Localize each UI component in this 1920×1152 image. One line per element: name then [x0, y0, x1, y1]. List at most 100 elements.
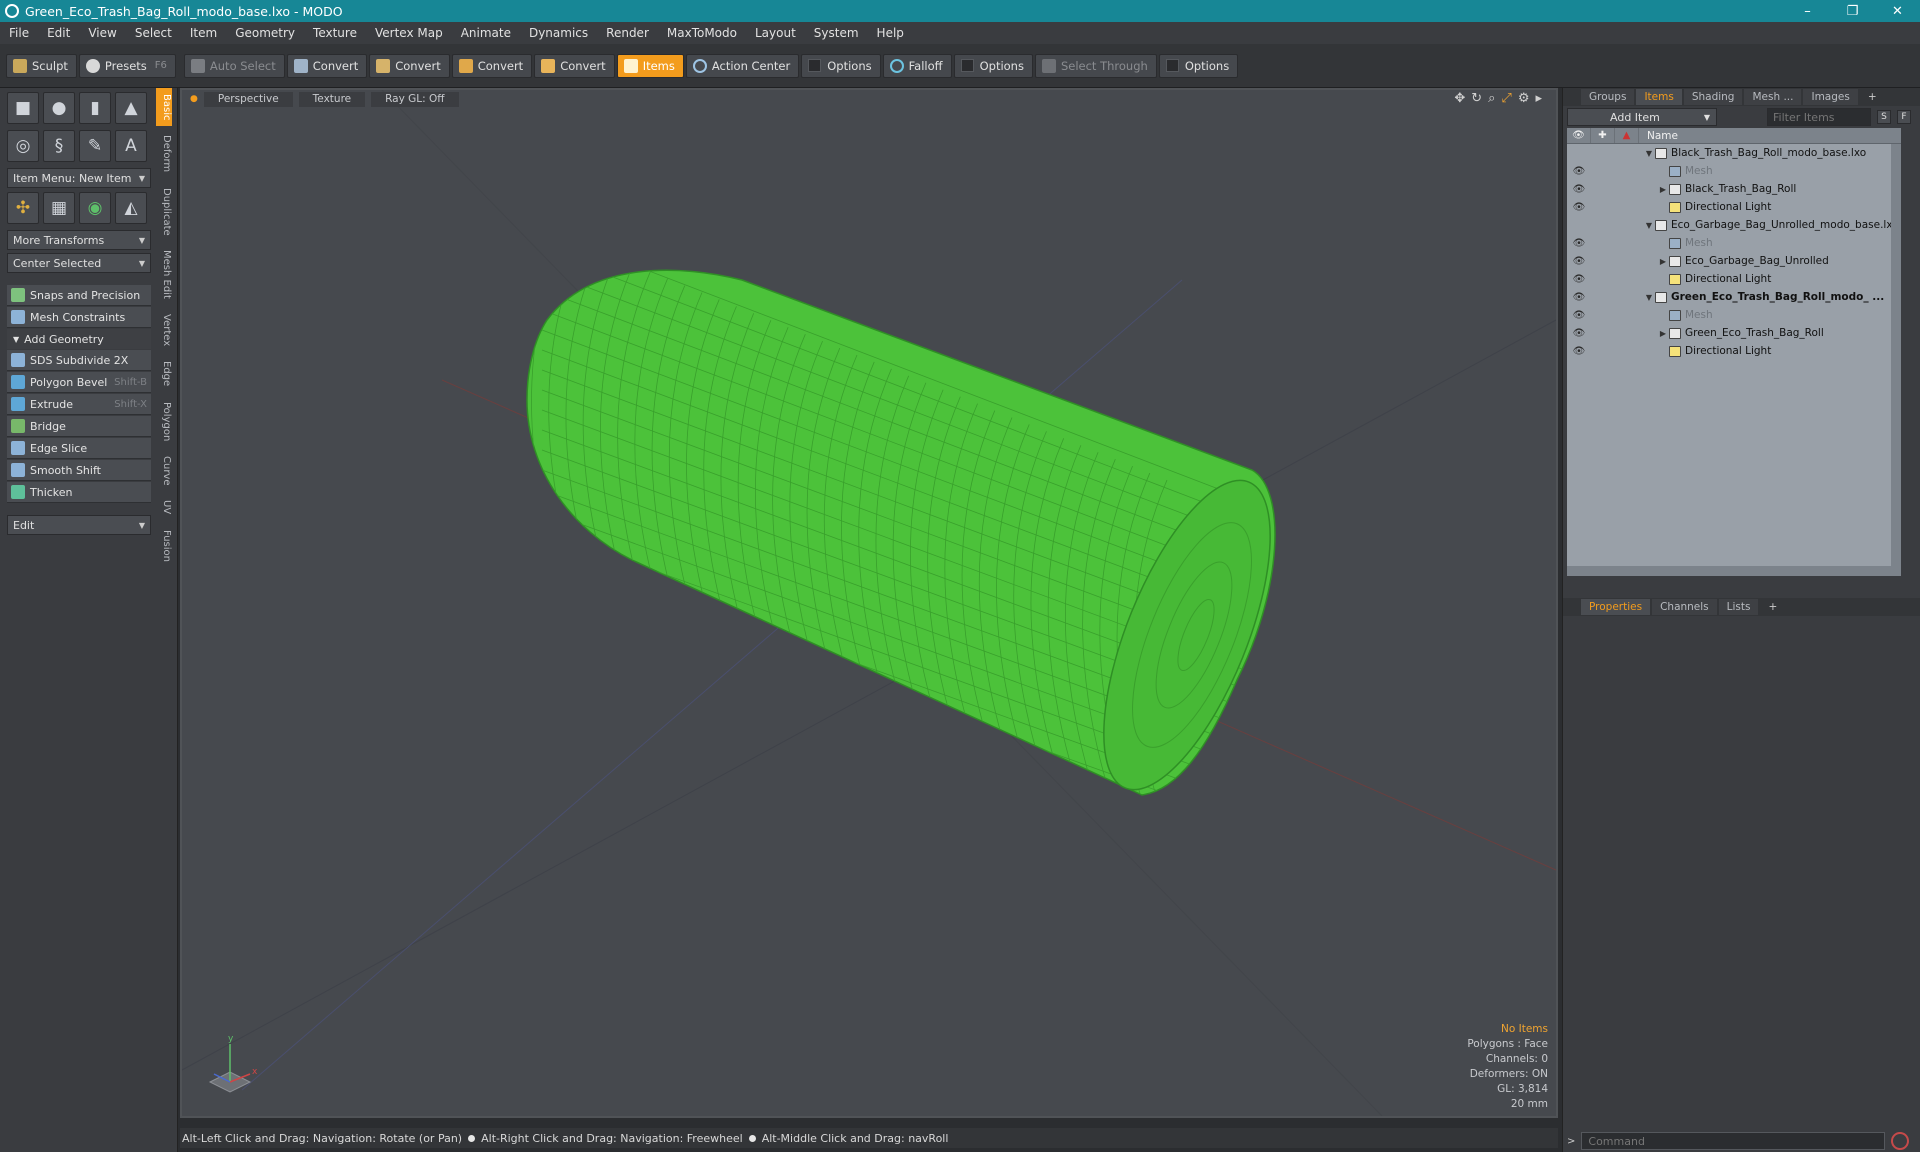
action-center-button[interactable]: Action Center	[685, 53, 800, 78]
viewport-menu-icon[interactable]: ●	[190, 94, 198, 104]
expand-down-icon[interactable]: ▼	[1643, 293, 1655, 302]
side-tab-mesh-edit[interactable]: Mesh Edit	[156, 244, 172, 306]
visibility-eye-icon[interactable]: 👁	[1567, 310, 1591, 321]
visibility-column-icon[interactable]: 👁	[1567, 128, 1591, 143]
add-item-dropdown[interactable]: Add Item ▼	[1567, 108, 1717, 126]
reference-column-icon[interactable]: ▲	[1615, 128, 1639, 143]
side-tab-duplicate[interactable]: Duplicate	[156, 181, 172, 242]
expand-right-icon[interactable]: ▶	[1657, 257, 1669, 266]
menu-dynamics[interactable]: Dynamics	[520, 26, 597, 40]
checkbox[interactable]	[960, 59, 974, 72]
menu-edit[interactable]: Edit	[38, 26, 79, 40]
tab-images[interactable]: Images	[1803, 89, 1858, 105]
maximize-viewport-icon[interactable]: ⤢	[1501, 91, 1511, 106]
item-menu-dropdown[interactable]: Item Menu: New Item ▼	[7, 168, 151, 188]
side-tab-vertex[interactable]: Vertex	[156, 308, 172, 353]
item-row[interactable]: ▼ Black_Trash_Bag_Roll_modo_base.lxo	[1567, 144, 1901, 162]
tab-shading[interactable]: Shading	[1683, 89, 1743, 105]
side-tab-deform[interactable]: Deform	[156, 129, 172, 179]
visibility-eye-icon[interactable]: 👁	[1567, 238, 1591, 249]
gear-icon[interactable]: ⚙	[1518, 91, 1530, 106]
falloff-button[interactable]: Falloff	[882, 53, 952, 78]
expand-down-icon[interactable]: ▼	[1643, 149, 1655, 158]
tab-groups[interactable]: Groups	[1581, 89, 1635, 105]
name-column-header[interactable]: Name	[1639, 130, 1678, 142]
cylinder-icon[interactable]: ▮	[79, 92, 111, 124]
item-row[interactable]: 👁 ▼ Green_Eco_Trash_Bag_Roll_modo_ ...	[1567, 288, 1901, 306]
add-tab-icon[interactable]: +	[1760, 599, 1785, 615]
more-transforms-dropdown[interactable]: More Transforms ▼	[7, 230, 151, 250]
sphere-icon[interactable]: ●	[43, 92, 75, 124]
visibility-eye-icon[interactable]: 👁	[1567, 292, 1591, 303]
select-through-button[interactable]: Select Through	[1034, 53, 1157, 78]
menu-file[interactable]: File	[0, 26, 38, 40]
close-button[interactable]: ✕	[1875, 4, 1920, 19]
side-tab-uv[interactable]: UV	[156, 494, 172, 521]
menu-item[interactable]: Item	[181, 26, 226, 40]
raygl-toggle[interactable]: Ray GL: Off	[371, 91, 459, 107]
shading-mode-tab[interactable]: Texture	[298, 91, 366, 107]
cube-icon[interactable]: ■	[7, 92, 39, 124]
edit-dropdown[interactable]: Edit ▼	[7, 515, 151, 535]
side-tab-fusion[interactable]: Fusion	[156, 523, 172, 568]
presets-button[interactable]: Presets F6	[78, 53, 176, 78]
menu-maxtomodo[interactable]: MaxToModo	[658, 26, 746, 40]
item-row[interactable]: 👁 Directional Light	[1567, 270, 1901, 288]
grid-icon[interactable]: ▦	[43, 192, 75, 224]
add-geometry-section[interactable]: ▼ Add Geometry	[7, 329, 151, 349]
menu-texture[interactable]: Texture	[304, 26, 366, 40]
select-through-options-button[interactable]: Options	[1158, 53, 1239, 78]
capsule-icon[interactable]: §	[43, 130, 75, 162]
filter-s-button[interactable]: S	[1877, 110, 1891, 124]
menu-help[interactable]: Help	[868, 26, 913, 40]
green-trash-bag-roll-mesh[interactable]	[514, 230, 1304, 840]
checkbox[interactable]	[1165, 59, 1179, 72]
menu-select[interactable]: Select	[126, 26, 181, 40]
record-macro-icon[interactable]	[1891, 1132, 1910, 1150]
tool-thicken-button[interactable]: Thicken	[7, 482, 151, 503]
play-icon[interactable]: ▸	[1535, 91, 1542, 106]
item-row[interactable]: ▼ Eco_Garbage_Bag_Unrolled_modo_base.lxo	[1567, 216, 1901, 234]
checkbox[interactable]	[808, 59, 822, 72]
item-row[interactable]: 👁 Mesh	[1567, 234, 1901, 252]
sculpt-button[interactable]: Sculpt	[6, 53, 77, 78]
menu-layout[interactable]: Layout	[746, 26, 805, 40]
command-input[interactable]	[1581, 1132, 1886, 1150]
side-tab-basic[interactable]: Basic	[156, 88, 172, 127]
item-list-hscrollbar[interactable]	[1567, 566, 1901, 576]
cone-icon[interactable]: ▲	[115, 92, 147, 124]
side-tab-edge[interactable]: Edge	[156, 355, 172, 393]
visibility-eye-icon[interactable]: 👁	[1567, 328, 1591, 339]
menu-system[interactable]: System	[805, 26, 868, 40]
item-row[interactable]: 👁 Mesh	[1567, 162, 1901, 180]
item-row[interactable]: 👁 Directional Light	[1567, 342, 1901, 360]
falloff-options-button[interactable]: Options	[953, 53, 1033, 78]
pan-icon[interactable]: ✥	[1454, 91, 1465, 106]
perspective-view-tab[interactable]: Perspective	[203, 91, 293, 107]
zoom-icon[interactable]: ⌕	[1488, 91, 1495, 106]
mesh-constraints-button[interactable]: Mesh Constraints	[7, 307, 151, 328]
lock-column-icon[interactable]: ✚	[1591, 128, 1615, 143]
tab-mesh[interactable]: Mesh ...	[1744, 89, 1802, 105]
tool-polygon-bevel-button[interactable]: Polygon Bevel Shift-B	[7, 372, 151, 393]
visibility-eye-icon[interactable]: 👁	[1567, 274, 1591, 285]
maximize-button[interactable]: ❐	[1830, 4, 1875, 19]
filter-items-input[interactable]	[1767, 108, 1871, 126]
menu-render[interactable]: Render	[597, 26, 658, 40]
convert-materials-button[interactable]: Convert	[534, 53, 615, 78]
visibility-eye-icon[interactable]: 👁	[1567, 256, 1591, 267]
text-tool-icon[interactable]: A	[115, 130, 147, 162]
auto-select-button[interactable]: Auto Select	[183, 53, 285, 78]
pen-tool-icon[interactable]: ✎	[79, 130, 111, 162]
tab-lists[interactable]: Lists	[1718, 599, 1759, 615]
tool-smooth-shift-button[interactable]: Smooth Shift	[7, 460, 151, 481]
orbit-icon[interactable]: ↻	[1471, 91, 1482, 106]
items-mode-button[interactable]: Items	[616, 53, 684, 78]
menu-animate[interactable]: Animate	[452, 26, 520, 40]
filter-f-button[interactable]: F	[1897, 110, 1911, 124]
minimize-button[interactable]: –	[1785, 4, 1830, 19]
side-tab-curve[interactable]: Curve	[156, 449, 172, 492]
3d-viewport[interactable]: ● Perspective Texture Ray GL: Off ✥ ↻ ⌕ …	[180, 88, 1558, 1118]
convert-edges-button[interactable]: Convert	[369, 53, 450, 78]
visibility-eye-icon[interactable]: 👁	[1567, 202, 1591, 213]
